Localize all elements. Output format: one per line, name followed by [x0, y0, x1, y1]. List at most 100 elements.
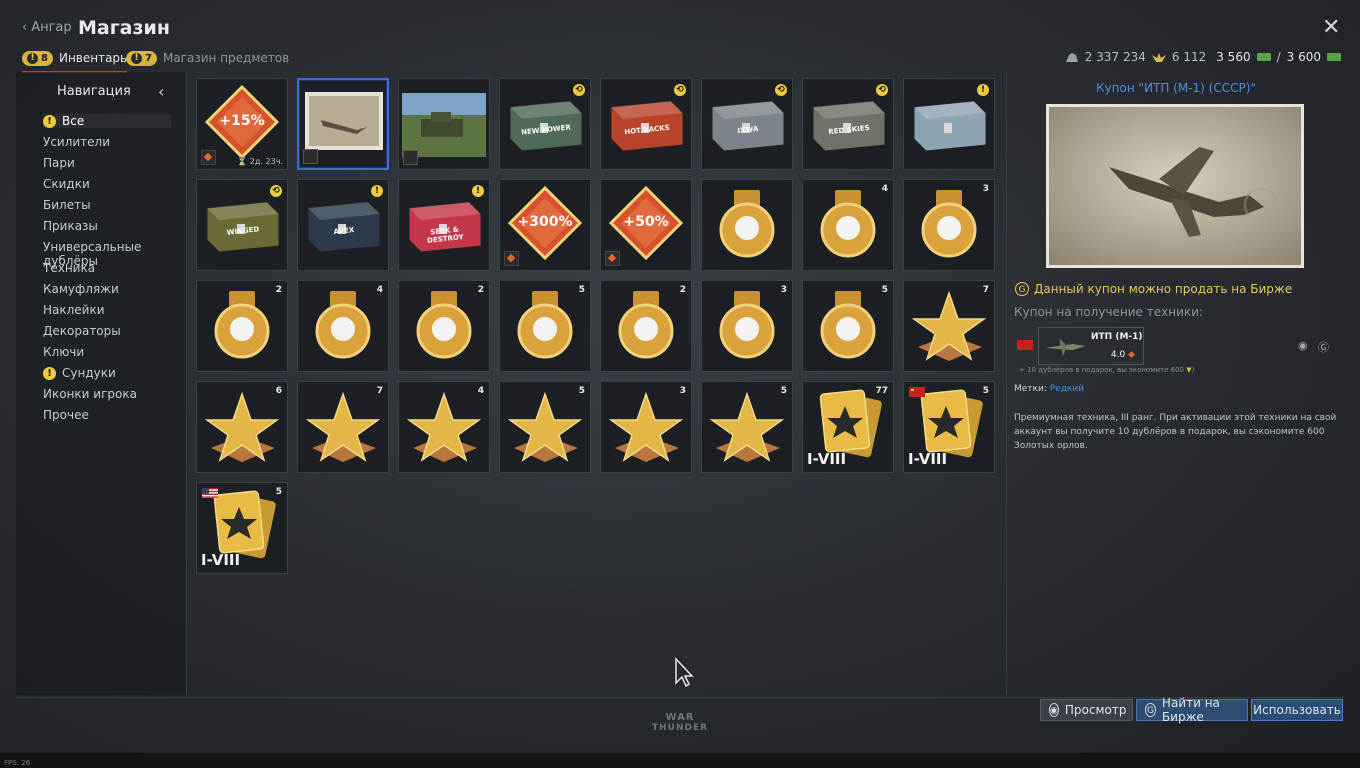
- vehicle-name: ИТП (М-1): [1091, 332, 1143, 342]
- inventory-item-chest[interactable]: APEX!: [297, 179, 389, 271]
- inventory-item-coupon-photo[interactable]: [297, 78, 389, 170]
- inventory-item-vehicle-photo[interactable]: [398, 78, 490, 170]
- nav-item[interactable]: Иконки игрока: [43, 387, 137, 401]
- inventory-item-chest[interactable]: RED SKIES ⟲: [802, 78, 894, 170]
- use-button[interactable]: Использовать: [1251, 699, 1343, 721]
- inventory-item-medal[interactable]: 2: [600, 280, 692, 372]
- booster-value: +50%: [623, 214, 669, 230]
- nav-item[interactable]: Наклейки: [43, 303, 105, 317]
- vehicle-card[interactable]: ИТП (М-1) 4.0 ◆: [1038, 327, 1144, 365]
- chevron-left-icon[interactable]: ‹: [158, 82, 164, 101]
- inventory-item-chest[interactable]: SEEK & DESTROY!: [398, 179, 490, 271]
- inventory-item-booster[interactable]: +300%: [499, 179, 591, 271]
- item-count: 7: [982, 285, 989, 295]
- nav-item-label: Все: [62, 114, 85, 128]
- market-icon: G: [1145, 703, 1156, 717]
- inventory-item-chest[interactable]: NEW POWER ⟲: [499, 78, 591, 170]
- nav-item[interactable]: Скидки: [43, 177, 90, 191]
- back-to-hangar-link[interactable]: ‹ Ангар |: [22, 20, 84, 35]
- market-icon: G: [1015, 282, 1029, 296]
- nav-item-label: Билеты: [43, 198, 91, 212]
- usa-flag-icon: [202, 488, 218, 498]
- nav-item-label: Наклейки: [43, 303, 105, 317]
- nav-item[interactable]: Камуфляжи: [43, 282, 119, 296]
- nav-item-label: Камуфляжи: [43, 282, 119, 296]
- inventory-item-chest[interactable]: !: [903, 78, 995, 170]
- inventory-item-card[interactable]: 77 I-VIII: [802, 381, 894, 473]
- alert-icon: !: [43, 366, 56, 380]
- item-count: 5: [881, 285, 888, 295]
- inventory-item-medal[interactable]: 3: [701, 280, 793, 372]
- inventory-item-star[interactable]: 4: [398, 381, 490, 473]
- inventory-item-star[interactable]: 5: [499, 381, 591, 473]
- nav-item[interactable]: Усилители: [43, 135, 110, 149]
- star-icon: [500, 382, 590, 472]
- inventory-item-medal[interactable]: 5: [802, 280, 894, 372]
- tab-inventory[interactable]: ! 8 Инвентарь: [22, 47, 128, 73]
- nav-item-label: Скидки: [43, 177, 90, 191]
- silver-amount: 2 337 234: [1084, 50, 1146, 64]
- inventory-item-chest[interactable]: HOT RACKS ⟲: [600, 78, 692, 170]
- cash-icon: [1256, 53, 1271, 61]
- inventory-item-star[interactable]: 7: [297, 381, 389, 473]
- nav-item-label: Пари: [43, 156, 75, 170]
- item-count: 3: [982, 184, 989, 194]
- chevron-left-icon: ‹: [22, 20, 28, 35]
- inventory-item-booster[interactable]: +50%: [600, 179, 692, 271]
- alert-icon: !: [27, 52, 38, 64]
- market-icon[interactable]: Ⓖ: [1318, 339, 1329, 355]
- star-icon: [601, 382, 691, 472]
- inventory-item-medal[interactable]: 3: [903, 179, 995, 271]
- inventory-item-star[interactable]: 6: [196, 381, 288, 473]
- medal-icon: [298, 281, 388, 371]
- inventory-item-chest[interactable]: WINGED ⟲: [196, 179, 288, 271]
- nav-item[interactable]: Пари: [43, 156, 75, 170]
- nav-item[interactable]: Декораторы: [43, 324, 121, 338]
- tab-item-shop[interactable]: ! 7 Магазин предметов: [126, 47, 289, 69]
- nav-item-label: Прочее: [43, 408, 89, 422]
- tab-label: Магазин предметов: [162, 51, 290, 65]
- inventory-item-medal[interactable]: [701, 179, 793, 271]
- inventory-item-medal[interactable]: 4: [297, 280, 389, 372]
- preview-button[interactable]: ◉ Просмотр: [1040, 699, 1133, 721]
- nav-item[interactable]: Билеты: [43, 198, 91, 212]
- rank-range: I-VIII: [201, 551, 241, 569]
- inventory-item-star[interactable]: 3: [600, 381, 692, 473]
- nav-item[interactable]: Техника: [43, 261, 95, 275]
- close-icon[interactable]: ✕: [1322, 17, 1340, 39]
- eye-icon: ◉: [1049, 703, 1059, 717]
- item-detail-panel: Купон "ИТП (М-1) (СССР)" G Данный купон …: [1006, 72, 1345, 695]
- inventory-item-medal[interactable]: 2: [196, 280, 288, 372]
- inventory-item-star[interactable]: 7: [903, 280, 995, 372]
- inventory-item-chest[interactable]: IXWA ⟲: [701, 78, 793, 170]
- eye-icon[interactable]: ◉: [1298, 339, 1308, 352]
- nav-item[interactable]: Приказы: [43, 219, 98, 233]
- star-icon: [197, 382, 287, 472]
- item-count: 3: [780, 285, 787, 295]
- item-timer: ⌛ 2д. 23ч.: [237, 157, 283, 166]
- item-count: 5: [578, 285, 585, 295]
- nav-item[interactable]: Ключи: [43, 345, 84, 359]
- inventory-item-medal[interactable]: 2: [398, 280, 490, 372]
- inventory-item-card[interactable]: 5 I-VIII: [903, 381, 995, 473]
- inventory-item-card[interactable]: 5 I-VIII: [196, 482, 288, 574]
- inventory-item-star[interactable]: 5: [701, 381, 793, 473]
- item-count: 4: [376, 285, 383, 295]
- shop-badge: ! 7: [126, 50, 157, 66]
- nav-item[interactable]: ! Все: [43, 114, 171, 128]
- item-count: 3: [679, 386, 686, 396]
- inventory-item-booster[interactable]: +15% ⌛ 2д. 23ч.: [196, 78, 288, 170]
- medal-icon: [399, 281, 489, 371]
- item-count: 77: [875, 386, 888, 396]
- inventory-item-medal[interactable]: 5: [499, 280, 591, 372]
- item-count: 5: [275, 487, 282, 497]
- inventory-item-medal[interactable]: 4: [802, 179, 894, 271]
- silver-lions-icon: [1065, 52, 1078, 62]
- nav-item[interactable]: ! Сундуки: [43, 366, 116, 380]
- star-icon: [399, 382, 489, 472]
- use-label: Использовать: [1253, 703, 1341, 717]
- find-on-market-button[interactable]: G Найти на Бирже: [1136, 696, 1248, 724]
- war-thunder-logo: WAR THUNDER: [652, 712, 709, 733]
- tag-rare[interactable]: Редкий: [1050, 384, 1084, 394]
- nav-item[interactable]: Прочее: [43, 408, 89, 422]
